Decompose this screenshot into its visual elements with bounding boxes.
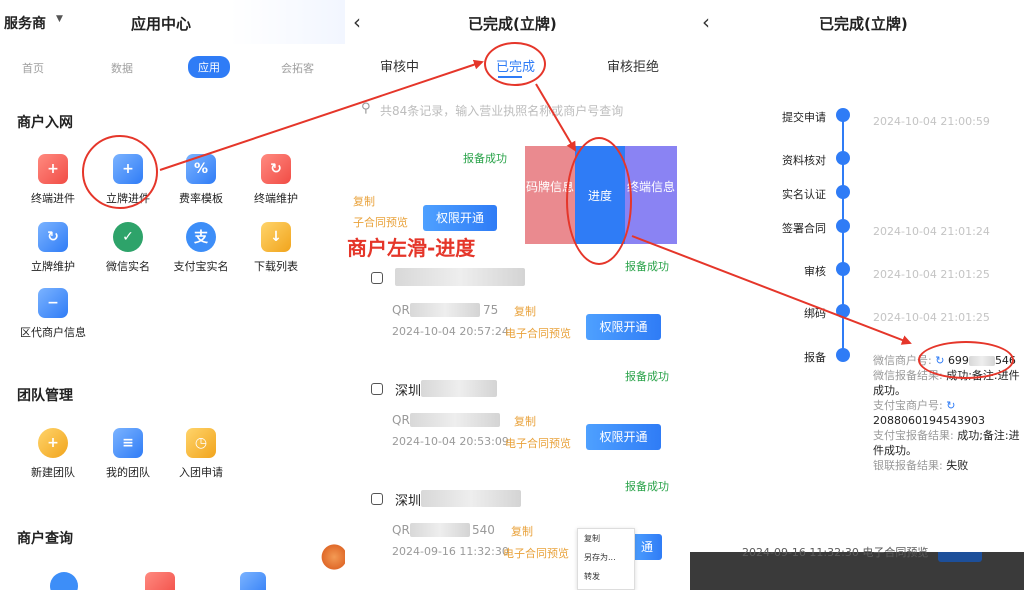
annotation-circle: [82, 135, 158, 209]
annotation-arrow: [631, 235, 912, 345]
annotation-arrows: [82, 59, 912, 345]
annotation-arrow: [159, 59, 484, 171]
annotation-arrow: [535, 83, 577, 152]
